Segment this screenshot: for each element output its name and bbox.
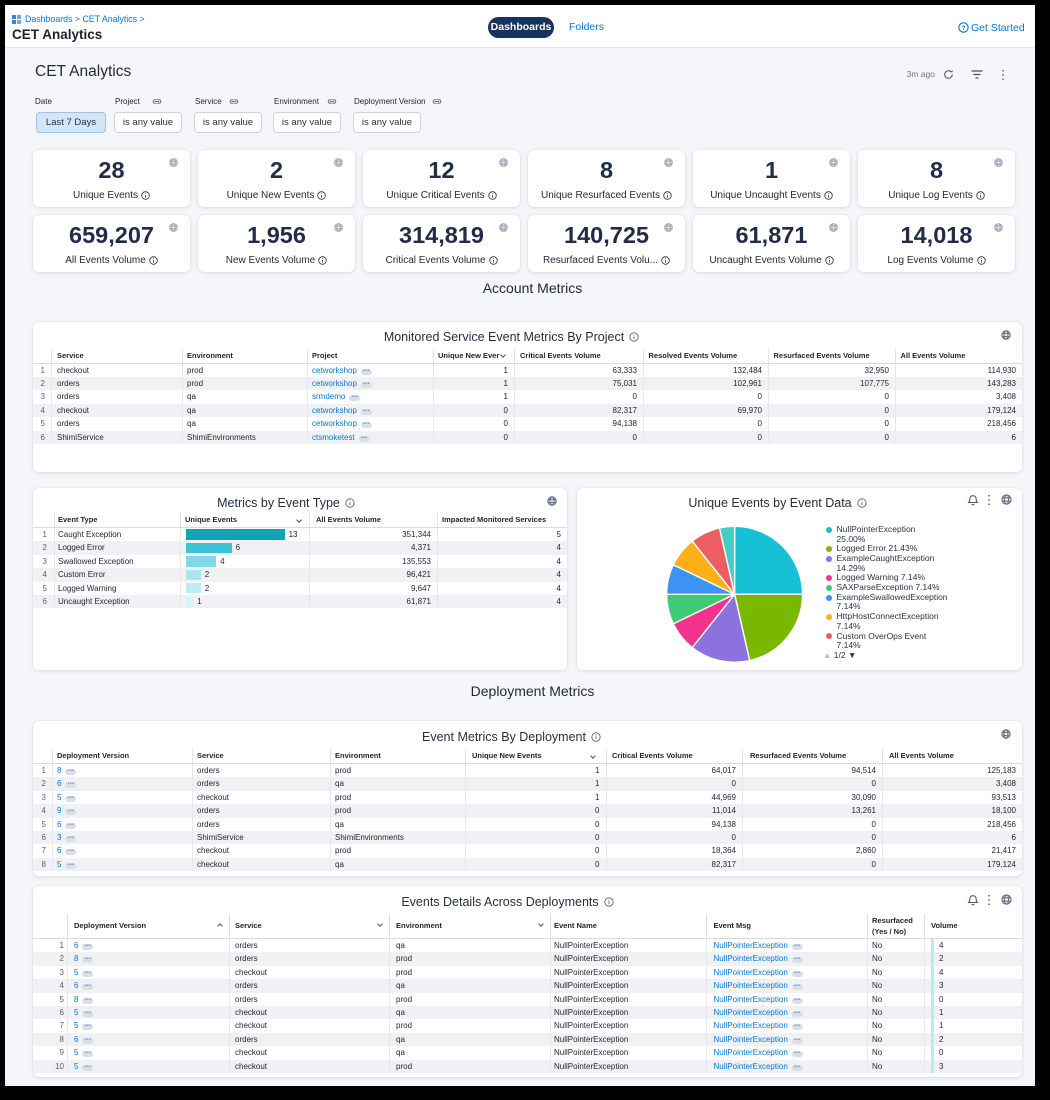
svg-text:?: ? [962,25,966,32]
